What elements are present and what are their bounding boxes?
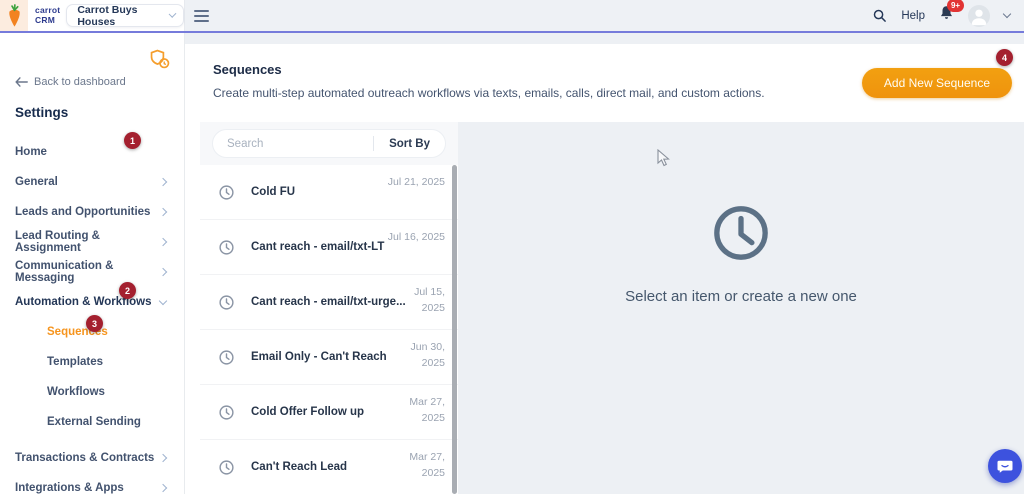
chevron-down-icon	[168, 10, 176, 18]
sequence-list-item[interactable]: Can't Reach Lead Mar 27, 2025	[200, 440, 458, 494]
sequence-name: Cant reach - email/txt-LT	[251, 241, 384, 253]
list-toolbar: Sort By	[200, 122, 458, 165]
menu-icon[interactable]	[194, 10, 209, 22]
sidebar-item-templates[interactable]: Templates	[0, 347, 184, 377]
annotation-badge-4: 4	[996, 49, 1013, 66]
sidebar-item-leads-and-opportunities[interactable]: Leads and Opportunities	[0, 197, 184, 227]
back-arrow-icon	[15, 77, 28, 87]
chat-smile-icon	[996, 457, 1014, 475]
sidebar-item-transactions-contracts[interactable]: Transactions & Contracts	[0, 443, 184, 473]
sequence-name: Cant reach - email/txt-urge...	[251, 296, 406, 308]
sequence-name: Email Only - Can't Reach	[251, 351, 387, 363]
search-icon[interactable]	[872, 8, 887, 23]
chevron-down-icon	[159, 296, 167, 304]
search-input[interactable]	[213, 138, 373, 150]
sidebar-item-lead-routing-assignment[interactable]: Lead Routing & Assignment	[0, 227, 184, 257]
annotation-badge-3: 3	[86, 315, 103, 332]
clock-icon	[218, 404, 235, 421]
settings-sidebar: Back to dashboard Settings Home General …	[0, 33, 185, 494]
topbar-left: carrot CRM Carrot Buys Houses	[0, 0, 185, 31]
notification-count-badge: 9+	[947, 0, 964, 12]
main-content: Sequences Create multi-step automated ou…	[185, 33, 1024, 494]
sequence-list-panel: Sort By Cold FU Jul 21, 2025	[200, 122, 458, 494]
sidebar-item-home[interactable]: Home	[0, 137, 184, 167]
sequence-date: Jul 16, 2025	[387, 229, 445, 245]
sequence-date: Jul 21, 2025	[387, 174, 445, 190]
sequence-date: Jun 30, 2025	[387, 339, 445, 372]
sidebar-title: Settings	[15, 105, 68, 120]
detail-empty-state: Select an item or create a new one	[458, 122, 1024, 494]
sidebar-item-external-sending[interactable]: External Sending	[0, 407, 184, 437]
person-icon	[968, 5, 990, 27]
sequence-date: Jul 15, 2025	[387, 284, 445, 317]
clock-icon	[218, 294, 235, 311]
chevron-right-icon	[159, 484, 167, 492]
page-header: Sequences Create multi-step automated ou…	[185, 44, 1024, 122]
clock-icon	[218, 184, 235, 201]
sequence-name: Can't Reach Lead	[251, 461, 347, 473]
sequence-list-item[interactable]: Cant reach - email/txt-LT Jul 16, 2025	[200, 220, 458, 275]
sequence-list-item[interactable]: Email Only - Can't Reach Jun 30, 2025	[200, 330, 458, 385]
back-to-dashboard-link[interactable]: Back to dashboard	[15, 76, 126, 88]
content-row: Sort By Cold FU Jul 21, 2025	[185, 122, 1024, 494]
chevron-right-icon	[159, 178, 167, 186]
account-name: Carrot Buys Houses	[77, 4, 161, 28]
clock-icon	[218, 459, 235, 476]
topbar: carrot CRM Carrot Buys Houses Help	[0, 0, 1024, 33]
sequence-list: Cold FU Jul 21, 2025 Cant reach - email/…	[200, 165, 458, 494]
sequence-date: Mar 27, 2025	[387, 394, 445, 427]
add-new-sequence-button[interactable]: Add New Sequence	[862, 68, 1012, 98]
sidebar-item-automation-workflows[interactable]: Automation & Workflows	[0, 287, 184, 317]
sidebar-item-general[interactable]: General	[0, 167, 184, 197]
sequence-list-item[interactable]: Cold FU Jul 21, 2025	[200, 165, 458, 220]
sequence-date: Mar 27, 2025	[387, 449, 445, 482]
chat-widget-button[interactable]	[988, 449, 1022, 483]
account-chevron-icon[interactable]	[1003, 10, 1011, 18]
search-bar: Sort By	[212, 129, 446, 158]
clock-icon-large	[712, 204, 770, 262]
empty-state-text: Select an item or create a new one	[625, 288, 857, 305]
sidebar-item-workflows[interactable]: Workflows	[0, 377, 184, 407]
clock-icon	[218, 239, 235, 256]
carrot-logo[interactable]	[0, 0, 28, 31]
carrot-icon	[6, 4, 23, 28]
annotation-badge-2: 2	[119, 282, 136, 299]
sequence-list-item[interactable]: Cold Offer Follow up Mar 27, 2025	[200, 385, 458, 440]
brand-name: carrot CRM	[35, 6, 60, 25]
list-scrollbar[interactable]	[452, 165, 457, 494]
shield-badge-icon[interactable]	[149, 48, 171, 75]
chevron-right-icon	[159, 208, 167, 216]
sequence-list-wrap: Sort By Cold FU Jul 21, 2025	[185, 122, 458, 494]
topbar-right: Help 9+	[185, 0, 1024, 31]
app-window: carrot CRM Carrot Buys Houses Help	[0, 0, 1024, 494]
user-avatar[interactable]	[968, 5, 990, 27]
chevron-right-icon	[159, 268, 167, 276]
account-selector[interactable]: Carrot Buys Houses	[66, 4, 184, 27]
clock-icon	[218, 349, 235, 366]
help-link[interactable]: Help	[901, 10, 925, 22]
sequence-name: Cold Offer Follow up	[251, 406, 364, 418]
chevron-right-icon	[159, 238, 167, 246]
sort-by-button[interactable]: Sort By	[374, 138, 445, 150]
sidebar-item-communication-messaging[interactable]: Communication & Messaging	[0, 257, 184, 287]
sequence-list-item[interactable]: Cant reach - email/txt-urge... Jul 15, 2…	[200, 275, 458, 330]
sequence-name: Cold FU	[251, 186, 295, 198]
sidebar-item-integrations-apps[interactable]: Integrations & Apps	[0, 473, 184, 494]
topbar-actions: Help 9+	[872, 5, 1024, 27]
annotation-badge-1: 1	[124, 132, 141, 149]
notifications-button[interactable]: 9+	[939, 5, 954, 26]
chevron-right-icon	[159, 454, 167, 462]
